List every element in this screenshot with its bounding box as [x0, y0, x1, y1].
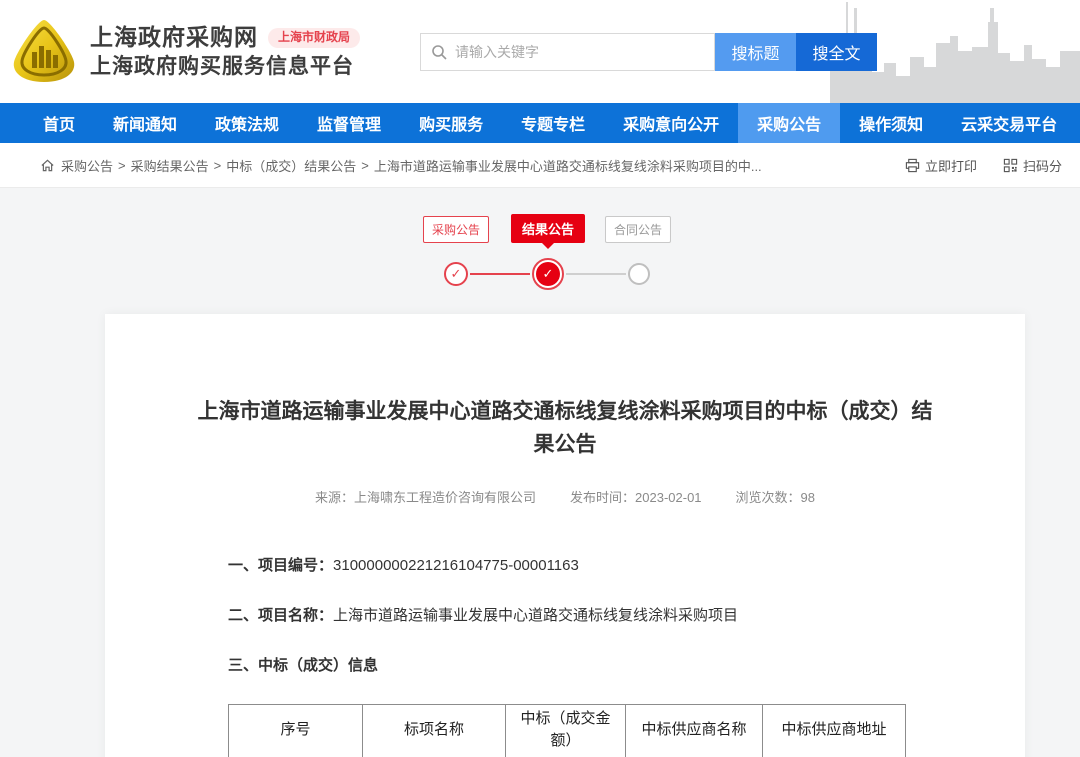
header-text: 中标供应商地址 — [781, 720, 886, 742]
nav-item-guide[interactable]: 操作须知 — [840, 103, 942, 143]
step-circle-current-icon: ✓ — [532, 258, 564, 290]
section-award-info: 三、中标（成交）信息 — [228, 654, 1025, 675]
page-title: 上海市道路运输事业发展中心道路交通标线复线涂料采购项目的中标（成交）结果公告 — [105, 396, 1025, 461]
meta-source-value: 上海啸东工程造价咨询有限公司 — [354, 490, 536, 505]
step-label-contract[interactable]: 合同公告 — [605, 216, 671, 243]
meta-views-label: 浏览次数： — [736, 490, 801, 505]
breadcrumb: 采购公告 > 采购结果公告 > 中标（成交）结果公告 > 上海市道路运输事业发展… — [40, 156, 879, 175]
meta-time-value: 2023-02-01 — [635, 490, 702, 505]
nav-item-cloud-trading[interactable]: 云采交易平台 — [942, 103, 1076, 143]
meta-publish-time: 发布时间：2023-02-01 — [570, 487, 702, 506]
section-label: 一、项目编号： — [228, 557, 333, 574]
printer-icon — [905, 158, 920, 173]
step-label-procurement[interactable]: 采购公告 — [423, 216, 489, 243]
site-title-block: 上海政府采购网 上海市财政局 上海政府购买服务信息平台 — [90, 23, 360, 80]
site-name: 上海政府采购网 — [90, 23, 258, 53]
col-header-item-name: 标项名称 — [363, 705, 506, 757]
announcement-steps: 采购公告 结果公告 合同公告 ✓ ✓ — [420, 214, 660, 296]
nav-item-news[interactable]: 新闻通知 — [94, 103, 196, 143]
step-connector-gray — [566, 273, 626, 275]
announcement-card: 上海市道路运输事业发展中心道路交通标线复线涂料采购项目的中标（成交）结果公告 来… — [105, 314, 1025, 757]
nav-item-home[interactable]: 首页 — [24, 103, 94, 143]
search-fulltext-button[interactable]: 搜全文 — [796, 33, 877, 71]
step-circle-pending-icon — [628, 263, 650, 285]
crumb-current-page: 上海市道路运输事业发展中心道路交通标线复线涂料采购项目的中... — [374, 156, 762, 175]
section-project-number: 一、项目编号：310000000221216104775-00001163 — [228, 554, 1025, 575]
crumb-award-result[interactable]: 中标（成交）结果公告 — [226, 156, 356, 175]
nav-item-intent[interactable]: 采购意向公开 — [604, 103, 738, 143]
qr-share-label: 扫码分 — [1023, 156, 1062, 175]
header-text: 中标供应商名称 — [641, 720, 746, 742]
site-header: 上海政府采购网 上海市财政局 上海政府购买服务信息平台 搜标题 搜全文 — [0, 0, 1080, 103]
article-sections: 一、项目编号：310000000221216104775-00001163 二、… — [228, 554, 1025, 675]
nav-item-announcements[interactable]: 采购公告 — [738, 103, 840, 143]
crumb-separator: > — [361, 158, 369, 173]
crumb-separator: > — [118, 158, 126, 173]
meta-time-label: 发布时间： — [570, 490, 635, 505]
crumb-result-announcements[interactable]: 采购结果公告 — [131, 156, 209, 175]
qr-code-icon — [1003, 158, 1018, 173]
col-header-supplier: 中标供应商名称 — [626, 705, 763, 757]
nav-item-supervision[interactable]: 监督管理 — [298, 103, 400, 143]
table-header-row: 序号 标项名称 中标（成交金额） 中标供应商名称 中标供应商地址 — [229, 705, 906, 757]
nav-item-policy[interactable]: 政策法规 — [196, 103, 298, 143]
site-logo-icon — [8, 16, 80, 88]
meta-views: 浏览次数：98 — [736, 487, 815, 506]
header-text: 标项名称 — [404, 720, 464, 742]
nav-item-special[interactable]: 专题专栏 — [502, 103, 604, 143]
qr-share-button[interactable]: 扫码分 — [1003, 156, 1062, 175]
print-label: 立即打印 — [925, 156, 977, 175]
step-label-result[interactable]: 结果公告 — [511, 214, 585, 243]
section-value: 上海市道路运输事业发展中心道路交通标线复线涂料采购项目 — [333, 607, 738, 624]
print-button[interactable]: 立即打印 — [905, 156, 977, 175]
article-meta: 来源：上海啸东工程造价咨询有限公司 发布时间：2023-02-01 浏览次数：9… — [105, 487, 1025, 506]
col-header-amount: 中标（成交金额） — [506, 705, 626, 757]
home-icon — [40, 158, 55, 173]
steps-track: ✓ ✓ — [420, 258, 660, 290]
check-icon: ✓ — [536, 262, 560, 286]
meta-source: 来源：上海啸东工程造价咨询有限公司 — [315, 487, 536, 506]
meta-source-label: 来源： — [315, 490, 354, 505]
search-title-button[interactable]: 搜标题 — [715, 33, 796, 71]
search-icon — [431, 44, 447, 60]
section-project-name: 二、项目名称：上海市道路运输事业发展中心道路交通标线复线涂料采购项目 — [228, 604, 1025, 625]
header-text: 中标（成交金额） — [516, 709, 615, 753]
authority-badge: 上海市财政局 — [268, 28, 360, 48]
section-label: 二、项目名称： — [228, 607, 333, 624]
col-header-supplier-address: 中标供应商地址 — [763, 705, 906, 757]
crumb-separator: > — [214, 158, 222, 173]
col-header-index: 序号 — [229, 705, 363, 757]
search-bar: 搜标题 搜全文 — [420, 33, 877, 71]
step-circle-done-icon: ✓ — [444, 262, 468, 286]
step-connector-red — [470, 273, 530, 275]
site-subtitle: 上海政府购买服务信息平台 — [90, 53, 360, 80]
crumb-announcements[interactable]: 采购公告 — [61, 156, 113, 175]
main-nav: 首页 新闻通知 政策法规 监督管理 购买服务 专题专栏 采购意向公开 采购公告 … — [0, 103, 1080, 143]
section-value: 310000000221216104775-00001163 — [333, 557, 579, 574]
meta-views-value: 98 — [801, 490, 815, 505]
section-label: 三、中标（成交）信息 — [228, 657, 378, 674]
award-result-table: 序号 标项名称 中标（成交金额） 中标供应商名称 中标供应商地址 1 道路交通标… — [228, 704, 906, 757]
breadcrumb-bar: 采购公告 > 采购结果公告 > 中标（成交）结果公告 > 上海市道路运输事业发展… — [0, 143, 1080, 188]
nav-item-purchase-service[interactable]: 购买服务 — [400, 103, 502, 143]
search-input[interactable] — [455, 44, 704, 60]
